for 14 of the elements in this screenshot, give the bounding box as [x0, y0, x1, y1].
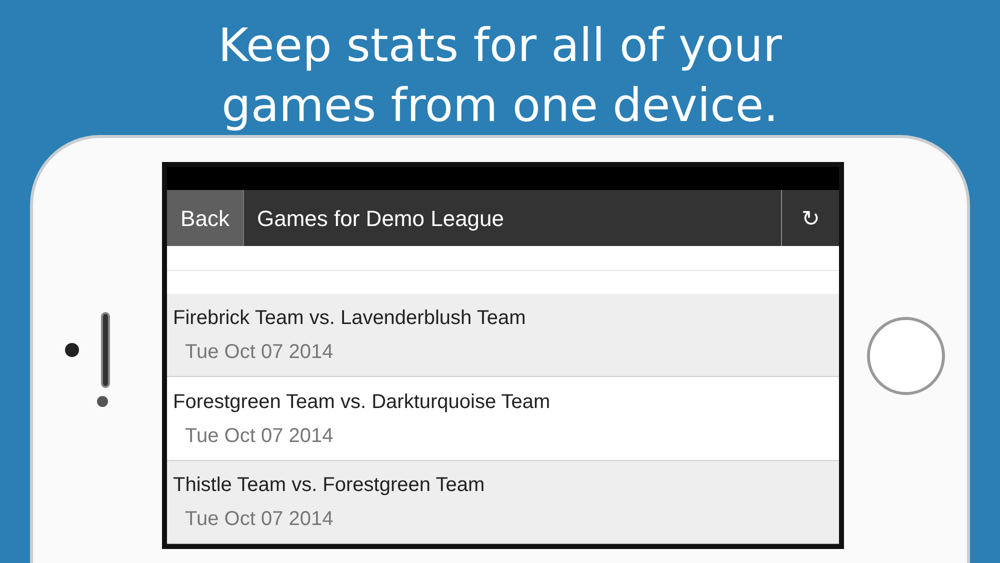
game-title: Forestgreen Team vs. Darkturquoise Team	[173, 390, 552, 414]
game-date: Tue Oct 07 2014	[184, 424, 334, 448]
back-button[interactable]: Back	[167, 190, 244, 246]
game-row[interactable]: Forestgreen Team vs. Darkturquoise Team Tue Oct 07 2014	[167, 377, 839, 461]
game-title: Thistle Team vs. Forestgreen Team	[173, 472, 486, 498]
camera-icon	[65, 343, 79, 357]
game-row[interactable]: Thistle Team vs. Forestgreen Team Tue Oct 07 2014	[167, 460, 839, 544]
game-date: Tue Oct 07 2014	[184, 506, 334, 532]
game-date: Tue Oct 07 2014	[184, 340, 334, 366]
game-row[interactable]: Firebrick Team vs. Lavenderblush Team Tue Oct 07 2014	[167, 294, 839, 378]
game-title: Firebrick Team vs. Lavenderblush Team	[173, 306, 527, 332]
headline: Keep stats for all of your games from one device.	[218, 17, 782, 134]
screen-title: Games for Demo League	[256, 204, 506, 233]
speaker-slot-icon	[101, 312, 110, 388]
